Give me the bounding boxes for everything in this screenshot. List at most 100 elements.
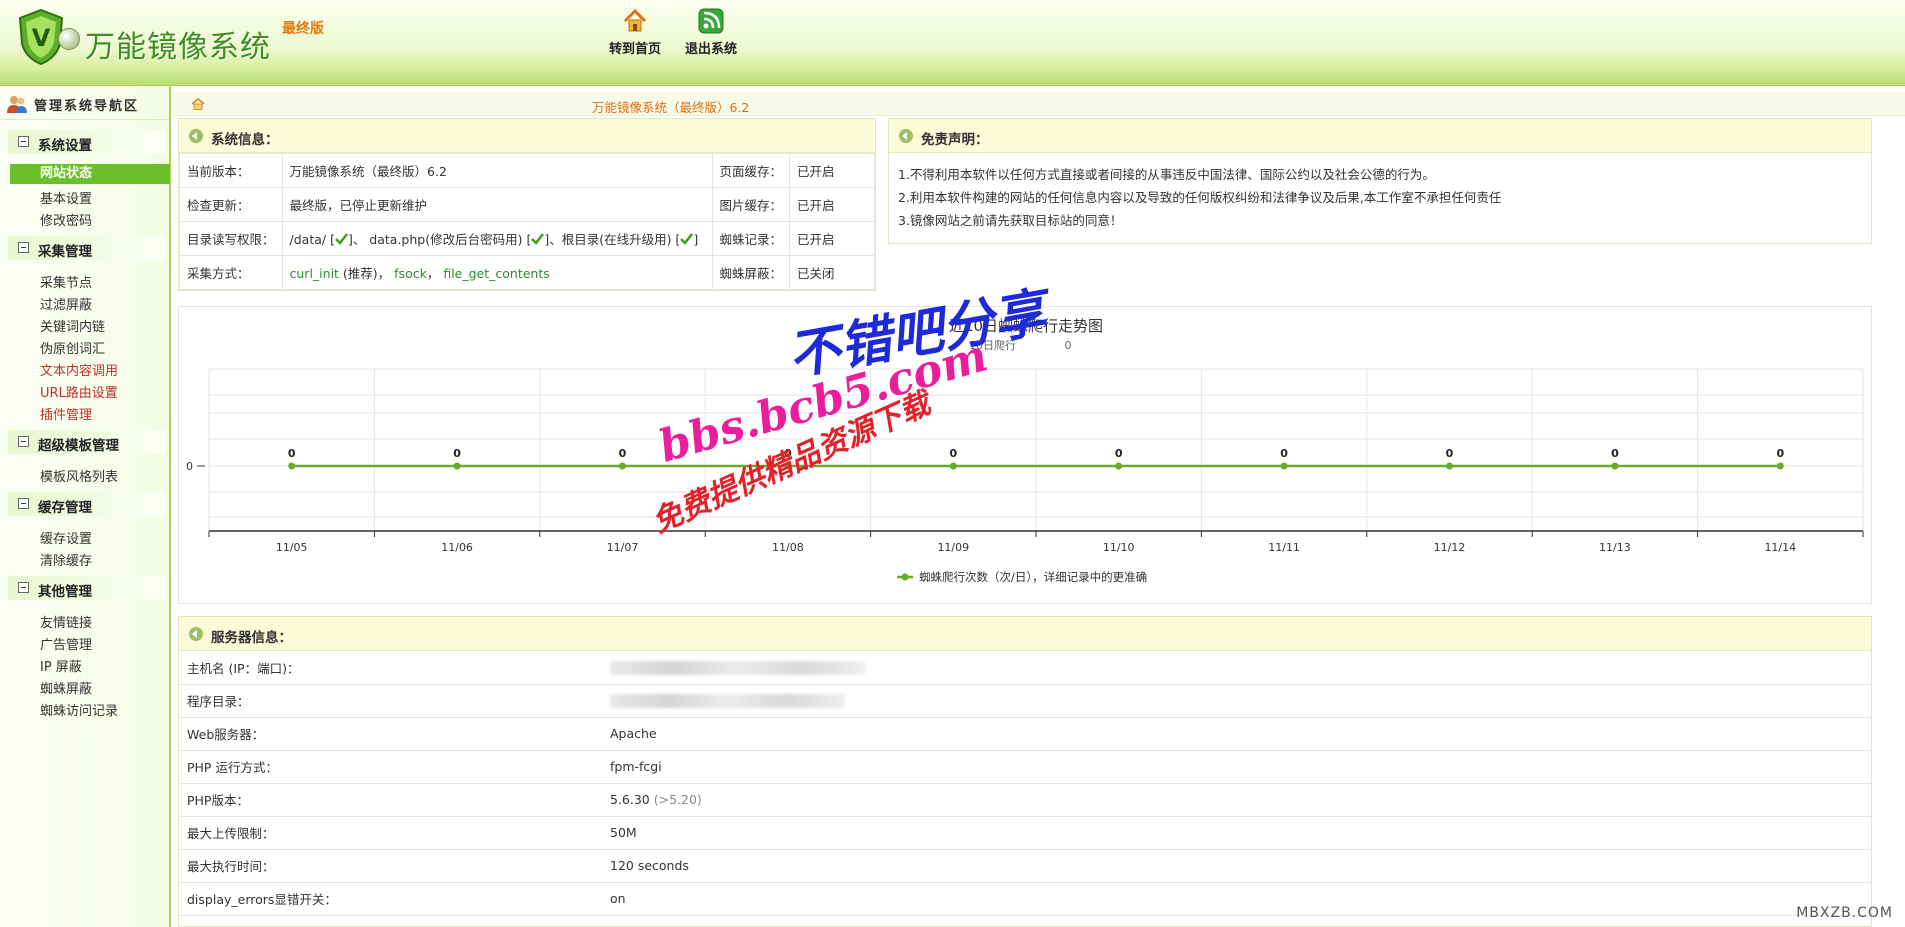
- x-tick-label: 11/10: [1103, 541, 1135, 554]
- sidebar-section-other[interactable]: 其他管理: [8, 576, 166, 600]
- sidebar-section-collect[interactable]: 采集管理: [8, 236, 166, 260]
- breadcrumb: 万能镜像系统（最终版）6.2: [174, 92, 1905, 116]
- arrow-circle-icon: [189, 627, 203, 641]
- data-point: [1446, 462, 1453, 470]
- x-tick-label: 11/12: [1434, 541, 1466, 554]
- version-value: 万能镜像系统（最终版）6.2: [281, 153, 713, 188]
- collapse-icon: [18, 498, 29, 509]
- data-label: 0: [1611, 447, 1619, 460]
- sidebar-item-spider-log[interactable]: 蜘蛛访问记录: [40, 700, 118, 719]
- sidebar-item-collect-nodes[interactable]: 采集节点: [40, 272, 92, 291]
- x-tick-label: 11/14: [1764, 541, 1796, 554]
- collect-label: 采集方式：: [179, 255, 283, 290]
- server-value: Apache: [602, 717, 1871, 751]
- disclaimer-line: 2.利用本软件构建的网站的任何信息内容以及导致的任何版权纠纷和法律争议及后果,本…: [898, 190, 1502, 205]
- server-value: 5.6.30 (>5.20): [602, 783, 1871, 817]
- sidebar-section-title: 缓存管理: [38, 500, 92, 516]
- sidebar-section-title: 系统设置: [38, 138, 92, 154]
- data-label: 0: [1280, 447, 1288, 460]
- collapse-icon: [18, 582, 29, 593]
- data-point: [1280, 462, 1288, 470]
- php-version: 5.6.30: [610, 792, 650, 807]
- data-label: 0: [1446, 447, 1454, 460]
- sidebar-item-cache-settings[interactable]: 缓存设置: [40, 528, 92, 547]
- nav-home-button[interactable]: 转到首页: [600, 8, 670, 57]
- table-row: 程序目录：: [179, 684, 1871, 718]
- collect-fgc: file_get_contents: [443, 266, 550, 281]
- table-row: 最大上传限制： 50M: [179, 816, 1871, 850]
- data-label: 0: [619, 447, 627, 460]
- panel-header: 系统信息：: [179, 119, 875, 153]
- check-icon: [335, 233, 348, 245]
- sidebar-item-keyword-links[interactable]: 关键词内链: [40, 316, 105, 335]
- img-cache-value: 已开启: [789, 187, 875, 222]
- sidebar-section-templates[interactable]: 超级模板管理: [8, 430, 166, 454]
- sidebar-item-template-list[interactable]: 模板风格列表: [40, 466, 118, 485]
- sidebar-item-change-password[interactable]: 修改密码: [40, 210, 92, 229]
- perm-end-text: ]: [693, 232, 699, 247]
- sidebar-section-system[interactable]: 系统设置: [8, 130, 166, 154]
- page-cache-label: 页面缓存：: [711, 153, 791, 188]
- x-tick-label: 11/11: [1268, 541, 1300, 554]
- collapse-icon: [18, 436, 29, 447]
- sidebar-item-url-route[interactable]: URL路由设置: [40, 382, 118, 401]
- sidebar-item-text-call[interactable]: 文本内容调用: [40, 360, 118, 379]
- server-value: 50M: [602, 816, 1871, 850]
- data-label: 0: [949, 447, 957, 460]
- collect-curl: curl_init: [289, 266, 339, 281]
- sidebar-item-spider-block[interactable]: 蜘蛛屏蔽: [40, 678, 92, 697]
- table-row: PHP版本： 5.6.30 (>5.20): [179, 783, 1871, 817]
- perm-data-text: /data/ [: [289, 232, 335, 247]
- table-row: 检查更新： 最终版，已停止更新维护 图片缓存： 已开启: [179, 187, 875, 222]
- sidebar-item-filter[interactable]: 过滤屏蔽: [40, 294, 92, 313]
- x-tick-label: 11/05: [276, 541, 308, 554]
- server-label: PHP 运行方式：: [179, 750, 602, 784]
- chart-svg: 近10日蜘蛛爬行走势图 10日爬行 0 0 0 11/05 0 11/06 0 11/07 0 11/…: [186, 317, 1864, 584]
- table-row: 采集方式： curl_init (推荐)， fsock， file_get_co…: [179, 255, 875, 290]
- panel-title: 系统信息：: [211, 132, 279, 148]
- sidebar-item-plugins[interactable]: 插件管理: [40, 404, 92, 423]
- sidebar-heading-text: 管理系统导航区: [34, 99, 140, 114]
- sidebar-heading: 管理系统导航区: [0, 86, 169, 120]
- server-label: Web服务器：: [179, 717, 602, 751]
- sidebar-item-pseudo-words[interactable]: 伪原创词汇: [40, 338, 105, 357]
- check-icon: [531, 233, 545, 245]
- table-row: Web服务器： Apache: [179, 717, 1871, 751]
- img-cache-label: 图片缓存：: [711, 187, 791, 222]
- system-info-table: 当前版本： 万能镜像系统（最终版）6.2 页面缓存： 已开启 检查更新： 最终版…: [179, 153, 875, 290]
- sidebar-item-site-status[interactable]: 网站状态: [10, 164, 170, 184]
- sidebar-item-basic-settings[interactable]: 基本设置: [40, 188, 92, 207]
- sidebar-item-ads[interactable]: 广告管理: [40, 634, 92, 653]
- update-label: 检查更新：: [179, 187, 283, 222]
- version-label: 当前版本：: [179, 153, 283, 188]
- table-row: 最大执行时间： 120 seconds: [179, 849, 1871, 883]
- check-icon: [680, 233, 694, 245]
- server-value: fpm-fcgi: [602, 750, 1871, 784]
- perm-value: /data/ []、 data.php(修改后台密码用) []、根目录(在线升级…: [281, 221, 713, 256]
- server-value-blurred: [602, 684, 1871, 718]
- collect-value: curl_init (推荐)， fsock， file_get_contents: [281, 255, 713, 290]
- sidebar-item-clear-cache[interactable]: 清除缓存: [40, 550, 92, 569]
- sidebar-item-ip-block[interactable]: IP 屏蔽: [40, 656, 82, 675]
- nav-logout-button[interactable]: 退出系统: [676, 8, 746, 57]
- y-tick-label: 0: [186, 460, 193, 473]
- data-label: 0: [1776, 447, 1784, 460]
- svg-text:V: V: [32, 24, 51, 52]
- app-title: 万能镜像系统: [85, 30, 271, 65]
- collect-fsock: fsock: [394, 266, 427, 281]
- sidebar-item-friend-links[interactable]: 友情链接: [40, 612, 92, 631]
- home-icon[interactable]: [191, 98, 205, 110]
- server-label: 最大上传限制：: [179, 816, 602, 850]
- panel-header: 免责声明：: [889, 119, 1871, 153]
- panel-title: 免责声明：: [921, 132, 989, 148]
- sidebar-section-cache[interactable]: 缓存管理: [8, 492, 166, 516]
- data-point: [949, 462, 957, 470]
- spider-log-label: 蜘蛛记录：: [711, 221, 791, 256]
- collapse-icon: [18, 136, 29, 147]
- disclaimer-body: 1.不得利用本软件以任何方式直接或者间接的从事违反中国法律、国际公约以及社会公德…: [889, 153, 1871, 232]
- data-point: [288, 462, 296, 470]
- server-info-panel: 服务器信息： 主机名 (IP：端口)： 程序目录： Web服务器： Apache…: [178, 616, 1872, 927]
- disclaimer-panel: 免责声明： 1.不得利用本软件以任何方式直接或者间接的从事违反中国法律、国际公约…: [888, 118, 1872, 244]
- table-row: 目录读写权限： /data/ []、 data.php(修改后台密码用) []、…: [179, 221, 875, 256]
- data-label: 0: [1115, 447, 1123, 460]
